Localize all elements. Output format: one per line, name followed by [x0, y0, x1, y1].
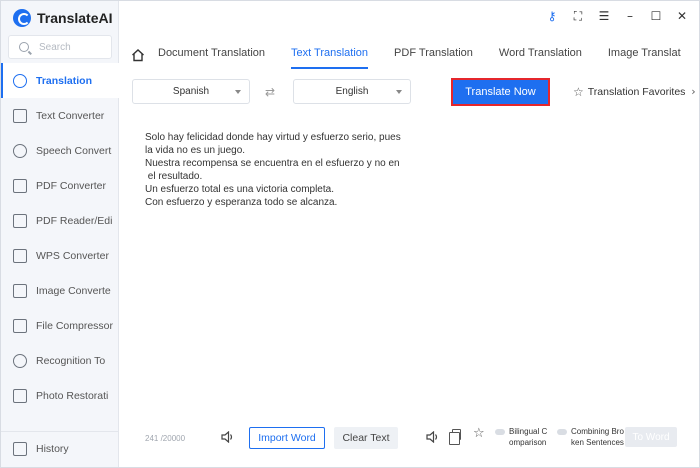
favorite-star-icon[interactable]: ☆: [473, 426, 485, 441]
sidebar-item-label: Photo Restorati: [36, 389, 109, 402]
pdf-reader-icon: [13, 213, 27, 228]
history-icon: [13, 442, 27, 456]
favorites-label: Translation Favorites: [587, 86, 686, 98]
sidebar-item-label: PDF Reader/Edi: [36, 214, 113, 227]
logo-icon: [13, 9, 31, 27]
sidebar-item-label: File Compressor: [36, 319, 114, 332]
chevron-down-icon: [396, 90, 402, 94]
target-language-value: English: [335, 86, 369, 97]
combining-label: Combining Bro ken Sentences: [571, 427, 624, 447]
bilingual-comparison-toggle[interactable]: Bilingual Comparison: [495, 426, 547, 448]
search-icon: [19, 42, 29, 52]
photo-restore-icon: [13, 388, 27, 403]
text-convert-icon: [13, 108, 27, 123]
sidebar-item-pdf-reader[interactable]: PDF Reader/Edi: [1, 203, 119, 238]
sidebar-item-label: Speech Convert: [36, 144, 112, 157]
speaker-icon[interactable]: [426, 430, 440, 444]
wps-icon: [13, 248, 27, 263]
source-text-area[interactable]: Solo hay felicidad donde hay virtud y es…: [145, 131, 405, 209]
sidebar-item-label: WPS Converter: [36, 249, 109, 262]
recognition-icon: [13, 353, 27, 368]
compress-icon: [13, 318, 27, 333]
window-controls: ⚷ ⛶ ☰ – ☐ ✕: [545, 9, 689, 24]
sidebar-item-label: Image Converte: [36, 284, 111, 297]
sidebar-item-label: Translation: [36, 74, 93, 87]
toggle-switch[interactable]: [557, 429, 567, 435]
minimize-icon[interactable]: –: [623, 9, 637, 23]
sidebar-item-recognition[interactable]: Recognition To: [1, 343, 119, 378]
maximize-icon[interactable]: ☐: [649, 9, 663, 23]
clear-text-button[interactable]: Clear Text: [334, 427, 398, 449]
tab-document-translation[interactable]: Document Translation: [158, 41, 265, 69]
import-word-button[interactable]: Import Word: [249, 427, 325, 449]
translate-icon: [13, 73, 27, 88]
tab-word-translation[interactable]: Word Translation: [499, 41, 582, 69]
sidebar-item-wps-converter[interactable]: WPS Converter: [1, 238, 119, 273]
tab-image-translation[interactable]: Image Translat: [608, 41, 681, 69]
source-language-select[interactable]: Spanish: [132, 79, 250, 104]
pdf-convert-icon: [13, 178, 27, 193]
character-count: 241 /20000: [145, 434, 186, 443]
chevron-right-icon: ›: [691, 86, 696, 98]
combining-sentences-toggle[interactable]: Combining Bro ken Sentences: [557, 426, 624, 448]
toggle-switch[interactable]: [495, 429, 505, 435]
sidebar-item-label: Text Converter: [36, 109, 105, 122]
tab-text-translation[interactable]: Text Translation: [291, 41, 369, 69]
copy-icon[interactable]: [449, 429, 461, 445]
search-box[interactable]: [8, 35, 112, 59]
sidebar: TranslateAI Translation Text Converter S…: [1, 1, 119, 467]
chevron-down-icon: [235, 90, 241, 94]
translation-tabs: Document Translation Text Translation PD…: [131, 41, 700, 69]
source-language-value: Spanish: [172, 86, 210, 97]
search-input[interactable]: [39, 41, 109, 53]
star-icon: ☆: [573, 85, 584, 99]
translation-favorites-link[interactable]: ☆ Translation Favorites ›: [573, 85, 696, 99]
history-label: History: [36, 443, 69, 455]
app-window: TranslateAI Translation Text Converter S…: [0, 0, 700, 468]
tab-pdf-translation[interactable]: PDF Translation: [394, 41, 473, 69]
target-language-select[interactable]: English: [293, 79, 411, 104]
speaker-icon[interactable]: [221, 430, 235, 444]
close-icon[interactable]: ✕: [675, 9, 689, 23]
sidebar-item-image-converter[interactable]: Image Converte: [1, 273, 119, 308]
key-icon[interactable]: ⚷: [545, 9, 559, 23]
sidebar-item-file-compressor[interactable]: File Compressor: [1, 308, 119, 343]
translate-now-button[interactable]: Translate Now: [451, 78, 550, 106]
screenshot-icon[interactable]: ⛶: [571, 9, 585, 23]
app-title: TranslateAI: [37, 10, 113, 26]
menu-icon[interactable]: ☰: [597, 9, 611, 23]
sidebar-item-history[interactable]: History: [1, 431, 118, 466]
swap-languages-icon[interactable]: ⇄: [265, 85, 275, 99]
to-word-button[interactable]: To Word: [625, 427, 677, 447]
home-icon[interactable]: [131, 48, 145, 62]
sidebar-item-label: PDF Converter: [36, 179, 107, 192]
sidebar-item-label: Recognition To: [36, 354, 106, 367]
sidebar-item-pdf-converter[interactable]: PDF Converter: [1, 168, 119, 203]
speech-icon: [13, 143, 27, 158]
sidebar-item-translation[interactable]: Translation: [1, 63, 119, 98]
sidebar-item-text-converter[interactable]: Text Converter: [1, 98, 119, 133]
app-logo: TranslateAI: [13, 8, 112, 28]
image-icon: [13, 283, 27, 298]
bilingual-label: Bilingual Comparison: [509, 427, 548, 447]
sidebar-nav: Translation Text Converter Speech Conver…: [1, 63, 119, 413]
sidebar-item-photo-restoration[interactable]: Photo Restorati: [1, 378, 119, 413]
sidebar-item-speech-convert[interactable]: Speech Convert: [1, 133, 119, 168]
